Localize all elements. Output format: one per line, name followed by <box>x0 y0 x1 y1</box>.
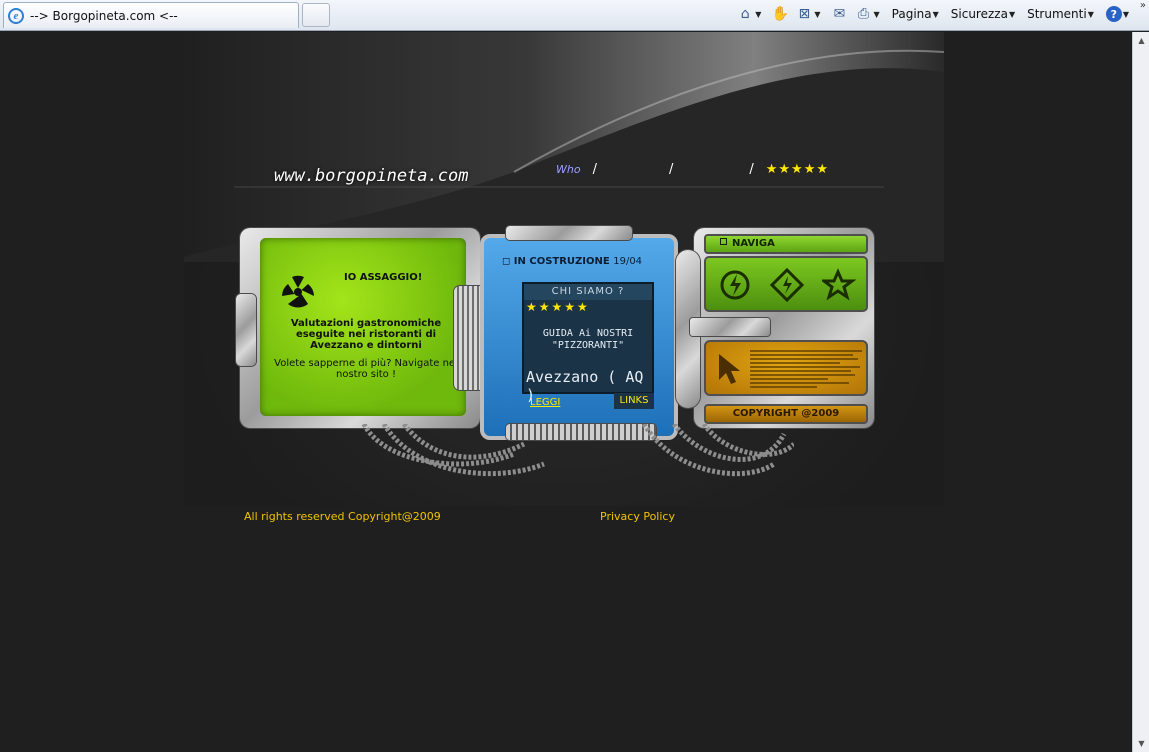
hand-icon[interactable]: ✋ <box>771 5 789 23</box>
info-fine-print <box>750 348 862 390</box>
rating-stars[interactable]: ★★★★★ <box>766 162 829 177</box>
io-assaggio-more: Volete sapperne di più? Navigate nel nos… <box>274 358 458 380</box>
radiation-icon <box>282 275 314 308</box>
nav-separator: / <box>668 162 674 177</box>
page-content: www.borgopineta.com Who / / / ★★★★★ IO A… <box>0 32 1132 752</box>
vertical-scrollbar[interactable]: ▲ ▼ <box>1132 32 1149 752</box>
cable-decoration <box>361 424 794 477</box>
chevron-down-icon: ▼ <box>755 9 762 19</box>
info-orange-panel <box>704 340 868 396</box>
chevron-more-icon[interactable]: » <box>1140 0 1146 11</box>
feeds-button[interactable]: ⊠ ▼ <box>793 5 826 23</box>
power-swirl-icon[interactable] <box>718 268 752 302</box>
diamond-flame-icon[interactable] <box>770 268 804 302</box>
mail-icon[interactable]: ✉ <box>831 5 849 23</box>
pagina-label: Pagina <box>891 7 932 21</box>
print-button[interactable]: ⎙ ▼ <box>853 5 886 23</box>
io-assaggio-screen: IO ASSAGGIO! Valutazioni gastronomiche e… <box>260 238 466 416</box>
in-costruzione-title: ◻ IN COSTRUZIONE 19/04 <box>502 256 643 267</box>
center-top-clip <box>506 226 632 240</box>
chevron-down-icon: ▼ <box>1087 9 1094 19</box>
naviga-header: NAVIGA <box>704 234 868 254</box>
right-connector-bar <box>690 318 770 336</box>
site-logo[interactable]: www.borgopineta.com <box>274 166 468 186</box>
nav-separator: / <box>592 162 597 177</box>
strumenti-menu[interactable]: Strumenti ▼ <box>1025 7 1100 21</box>
home-button[interactable]: ⌂ ▼ <box>734 5 767 23</box>
browser-tab[interactable]: e --> Borgopineta.com <-- <box>3 2 299 28</box>
scroll-down-icon[interactable]: ▼ <box>1133 735 1149 752</box>
chevron-down-icon: ▼ <box>1008 9 1016 19</box>
naviga-label: NAVIGA <box>720 238 775 249</box>
footer-copyright: All rights reserved Copyright@2009 <box>244 510 441 523</box>
leggi-link[interactable]: LEGGI <box>530 397 560 408</box>
sicurezza-label: Sicurezza <box>950 7 1008 21</box>
links-button[interactable]: LINKS <box>614 393 654 409</box>
guide-line-1: GUIDA Ai NOSTRI <box>542 328 634 339</box>
sicurezza-menu[interactable]: Sicurezza ▼ <box>949 7 1021 21</box>
chevron-down-icon: ▼ <box>814 9 821 19</box>
guide-line-2: "PIZZORANTI" <box>551 340 625 351</box>
home-icon: ⌂ <box>740 6 750 22</box>
tab-title: --> Borgopineta.com <-- <box>30 8 178 23</box>
site-stage: www.borgopineta.com Who / / / ★★★★★ IO A… <box>184 32 944 506</box>
rss-icon: ⊠ <box>798 6 811 22</box>
left-device-handle <box>236 294 256 366</box>
chi-siamo-stars: ★★★★★ <box>526 300 590 314</box>
top-navigation: Who / / / ★★★★★ <box>556 162 829 177</box>
cursor-arrow-icon <box>719 354 740 384</box>
new-tab-button[interactable] <box>302 3 330 27</box>
scroll-up-icon[interactable]: ▲ <box>1133 32 1149 49</box>
chevron-down-icon: ▼ <box>873 9 880 19</box>
help-button[interactable]: ? ▼ <box>1104 6 1135 22</box>
io-assaggio-title: IO ASSAGGIO! <box>344 272 423 283</box>
guide-title: GUIDA Ai NOSTRI "PIZZORANTI" <box>524 328 652 352</box>
ie-icon: e <box>8 7 24 24</box>
center-panel: ◻ IN COSTRUZIONE 19/04 CHI SIAMO ? ★★★★★… <box>480 234 678 440</box>
command-bar: ⌂ ▼ ✋ ⊠ ▼ ✉ ⎙ ▼ Pagina ▼ Sicurezza ▼ Strument… <box>734 3 1135 25</box>
printer-icon: ⎙ <box>857 6 870 22</box>
chi-siamo-title[interactable]: CHI SIAMO ? <box>524 284 652 300</box>
help-icon: ? <box>1105 6 1122 22</box>
browser-chrome: e --> Borgopineta.com <-- ⌂ ▼ ✋ ⊠ ▼ ✉ ⎙ ▼ P… <box>0 0 1149 31</box>
strumenti-label: Strumenti <box>1027 7 1087 21</box>
shooting-star-icon[interactable] <box>822 268 856 302</box>
privacy-policy-link[interactable]: Privacy Policy <box>600 510 675 523</box>
chevron-down-icon: ▼ <box>932 9 939 19</box>
in-costruzione-date: 19/04 <box>613 256 643 267</box>
pagina-menu[interactable]: Pagina ▼ <box>890 7 945 21</box>
nav-separator: / <box>749 162 754 177</box>
chevron-down-icon: ▼ <box>1122 9 1129 19</box>
io-assaggio-description: Valutazioni gastronomiche eseguite nei r… <box>290 318 442 351</box>
naviga-icons-panel <box>704 256 868 312</box>
copyright-plate: COPYRIGHT @2009 <box>704 404 868 424</box>
chi-siamo-box[interactable]: CHI SIAMO ? ★★★★★ GUIDA Ai NOSTRI "PIZZO… <box>522 282 654 404</box>
nav-who-link[interactable]: Who <box>556 163 581 176</box>
